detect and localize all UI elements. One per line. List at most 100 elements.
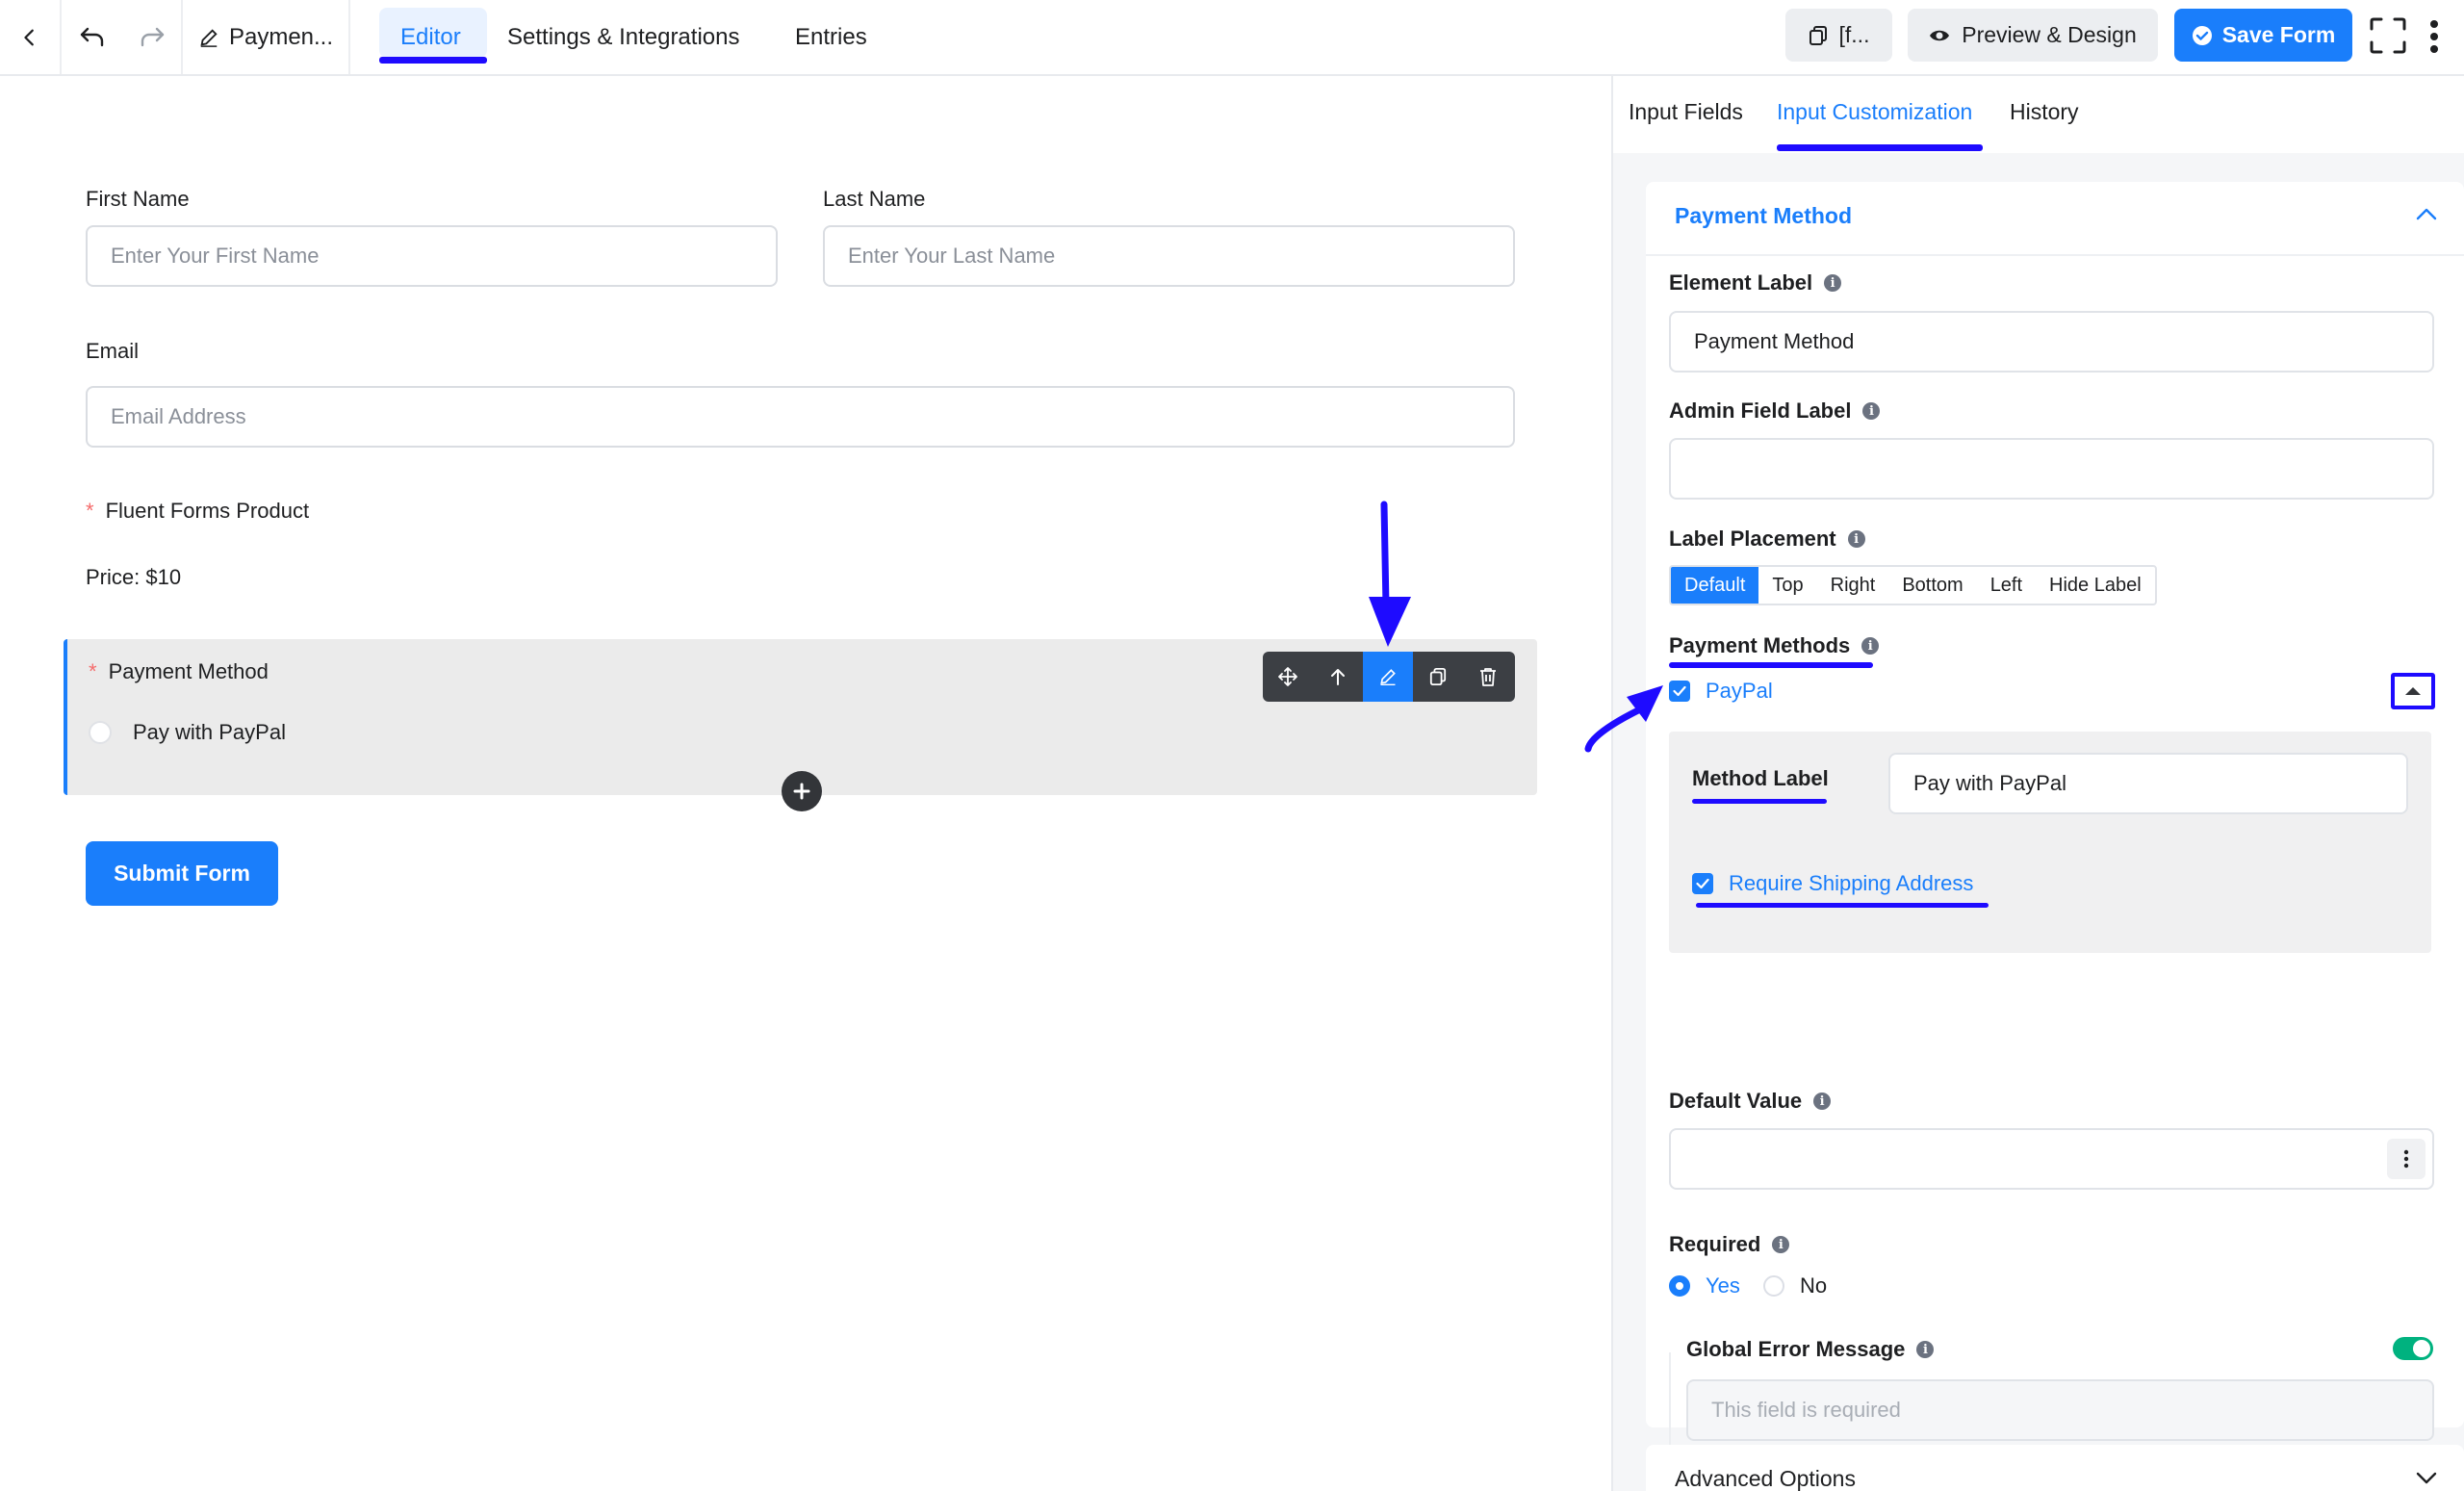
- default-value-text: Default Value: [1669, 1089, 1803, 1113]
- paypal-method-row[interactable]: PayPal: [1669, 679, 1773, 704]
- required-yes-label: Yes: [1706, 1273, 1740, 1298]
- edit-field-button[interactable]: [1363, 652, 1413, 702]
- placement-option-default[interactable]: Default: [1671, 567, 1759, 604]
- advanced-options-card[interactable]: Advanced Options: [1646, 1445, 2464, 1491]
- placement-option-top[interactable]: Top: [1758, 567, 1816, 604]
- check-icon: [1673, 685, 1686, 697]
- section-title: Payment Method: [1675, 203, 1853, 228]
- pencil-icon: [1380, 669, 1396, 685]
- required-star: *: [89, 659, 97, 683]
- annotation-arrow-down: [1369, 501, 1411, 647]
- product-label-text: Fluent Forms Product: [105, 499, 310, 523]
- first-name-input[interactable]: Enter Your First Name: [86, 225, 778, 287]
- field-settings-card: Payment Method Element Label i Payment Me…: [1646, 182, 2464, 1491]
- annotation-underline-payment-methods: [1669, 662, 1873, 668]
- info-icon[interactable]: i: [1772, 1236, 1790, 1253]
- element-label-text: Element Label: [1669, 270, 1813, 295]
- more-menu-button[interactable]: [2427, 19, 2441, 59]
- label-placement-caption: Label Placement i: [1669, 527, 1865, 552]
- shortcode-button[interactable]: [f...: [1785, 9, 1892, 62]
- smart-codes-button[interactable]: [2387, 1139, 2426, 1179]
- default-value-caption: Default Value i: [1669, 1089, 1832, 1114]
- pencil-icon: [200, 28, 218, 47]
- check-icon: [1696, 878, 1709, 889]
- tab-input-fields[interactable]: Input Fields: [1629, 99, 1743, 125]
- move-icon: [1278, 667, 1297, 686]
- global-error-caption: Global Error Message i: [1686, 1337, 1935, 1362]
- require-shipping-row[interactable]: Require Shipping Address: [1692, 871, 1973, 896]
- required-yes-option[interactable]: Yes: [1669, 1273, 1740, 1298]
- delete-field-button[interactable]: [1463, 652, 1513, 702]
- fullscreen-button[interactable]: [2370, 17, 2406, 59]
- paypal-option[interactable]: Pay with PayPal: [89, 720, 286, 745]
- annotation-underline-require-shipping: [1696, 903, 1989, 908]
- paypal-option-label: Pay with PayPal: [133, 720, 286, 744]
- redo-icon: [141, 27, 165, 46]
- admin-field-label-input[interactable]: [1669, 438, 2434, 500]
- back-button[interactable]: [0, 0, 62, 74]
- form-title[interactable]: Paymen...: [183, 0, 350, 74]
- paypal-radio[interactable]: [89, 721, 112, 744]
- require-shipping-label: Require Shipping Address: [1729, 871, 1974, 895]
- info-icon[interactable]: i: [1861, 637, 1880, 655]
- last-name-input[interactable]: Enter Your Last Name: [823, 225, 1515, 287]
- product-price: Price: $10: [86, 565, 182, 589]
- email-input[interactable]: Email Address: [86, 386, 1515, 448]
- paypal-checkbox[interactable]: [1669, 681, 1690, 702]
- collapse-method-button[interactable]: [2391, 673, 2435, 709]
- move-button[interactable]: [1263, 652, 1313, 702]
- undo-icon: [80, 27, 104, 46]
- settings-sidebar: Input Fields Input Customization History…: [1611, 76, 2464, 1491]
- check-circle-icon: [2192, 25, 2212, 45]
- arrow-up-icon: [1331, 669, 1345, 685]
- placement-option-left[interactable]: Left: [1977, 567, 2036, 604]
- global-error-input[interactable]: This field is required: [1686, 1379, 2434, 1441]
- payment-method-label: * Payment Method: [89, 659, 269, 684]
- redo-button[interactable]: [123, 0, 183, 74]
- move-up-button[interactable]: [1313, 652, 1363, 702]
- eye-icon: [1930, 30, 1950, 40]
- field-toolbar: [1263, 652, 1515, 702]
- annotation-underline-editor: [379, 57, 487, 64]
- caret-up-icon: [2405, 687, 2421, 695]
- info-icon[interactable]: i: [1824, 274, 1842, 292]
- chevron-up-icon[interactable]: [2416, 207, 2437, 220]
- plus-icon: [793, 783, 810, 800]
- form-title-text: Paymen...: [228, 23, 334, 50]
- default-value-input[interactable]: [1669, 1128, 2434, 1190]
- global-error-toggle[interactable]: [2393, 1337, 2433, 1360]
- tab-settings-integrations[interactable]: Settings & Integrations: [507, 0, 739, 74]
- preview-design-button[interactable]: Preview & Design: [1908, 9, 2158, 62]
- sidebar-tabs: Input Fields Input Customization History: [1613, 76, 2464, 153]
- kebab-menu-icon: [2430, 20, 2438, 53]
- submit-form-button[interactable]: Submit Form: [86, 841, 278, 906]
- duplicate-field-button[interactable]: [1413, 652, 1463, 702]
- payment-methods-text: Payment Methods: [1669, 633, 1851, 657]
- element-label-input[interactable]: Payment Method: [1669, 311, 2434, 373]
- info-icon[interactable]: i: [1813, 1093, 1832, 1110]
- tab-input-customization[interactable]: Input Customization: [1777, 99, 1972, 125]
- placement-option-bottom[interactable]: Bottom: [1888, 567, 1976, 604]
- info-icon[interactable]: i: [1916, 1341, 1935, 1358]
- require-shipping-checkbox[interactable]: [1692, 873, 1713, 894]
- required-no-label: No: [1800, 1273, 1828, 1298]
- info-icon[interactable]: i: [1862, 402, 1881, 420]
- placement-option-right[interactable]: Right: [1817, 567, 1889, 604]
- shortcode-text: [f...: [1838, 22, 1870, 47]
- info-icon[interactable]: i: [1847, 530, 1865, 548]
- required-no-radio[interactable]: [1763, 1275, 1784, 1297]
- global-error-text: Global Error Message: [1686, 1337, 1906, 1361]
- undo-button[interactable]: [62, 0, 123, 74]
- required-yes-radio[interactable]: [1669, 1275, 1690, 1297]
- method-label-input[interactable]: Pay with PayPal: [1888, 753, 2408, 814]
- tab-entries[interactable]: Entries: [795, 0, 867, 74]
- add-field-button[interactable]: [782, 771, 822, 811]
- trash-icon: [1480, 668, 1496, 686]
- required-no-option[interactable]: No: [1763, 1273, 1827, 1298]
- required-star: *: [86, 499, 94, 523]
- placement-option-hide-label[interactable]: Hide Label: [2036, 567, 2155, 604]
- tab-history[interactable]: History: [2010, 99, 2079, 125]
- save-form-label: Save Form: [2221, 22, 2336, 47]
- email-label: Email: [86, 339, 140, 363]
- save-form-button[interactable]: Save Form: [2174, 9, 2352, 62]
